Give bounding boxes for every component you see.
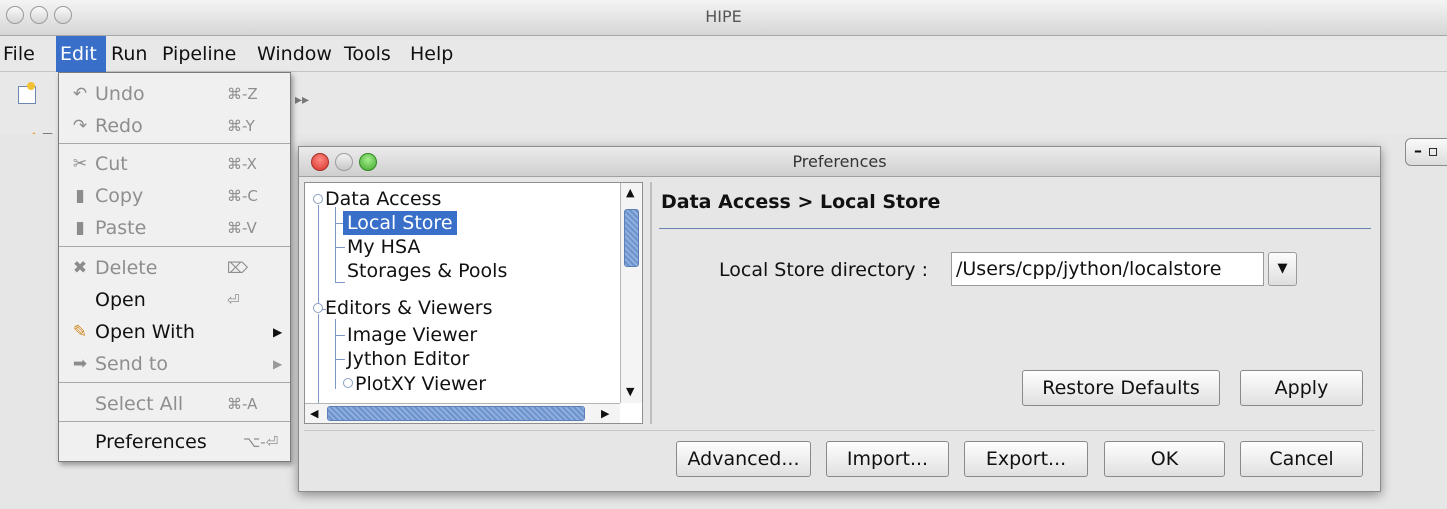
menu-help[interactable]: Help bbox=[407, 36, 467, 72]
submenu-arrow-icon: ▶ bbox=[273, 357, 283, 371]
scrollbar-thumb[interactable] bbox=[624, 209, 639, 267]
panel-splitter[interactable] bbox=[650, 182, 652, 424]
header-divider bbox=[659, 228, 1371, 229]
tree-vertical-scrollbar[interactable]: ▲ ▼ bbox=[620, 183, 642, 403]
ok-button[interactable]: OK bbox=[1104, 441, 1225, 477]
redo-icon: ↷ bbox=[72, 116, 88, 136]
button-bar-divider bbox=[304, 430, 1375, 431]
delete-icon: ✖ bbox=[72, 258, 88, 278]
edit-icon: ✎ bbox=[72, 322, 88, 342]
menu-bar: File Edit Run Pipeline Window Tools Help bbox=[0, 36, 1447, 72]
tree-item-data-access[interactable]: Data Access bbox=[325, 187, 441, 211]
local-store-label: Local Store directory : bbox=[719, 259, 928, 281]
tree-item-image-viewer[interactable]: Image Viewer bbox=[347, 323, 477, 347]
menu-item-shortcut: ⌘-V bbox=[227, 219, 257, 237]
dialog-titlebar: Preferences bbox=[299, 147, 1380, 177]
expand-toggle-icon[interactable] bbox=[343, 378, 353, 388]
preferences-dialog: Preferences Data Access Local Store My H… bbox=[298, 146, 1381, 492]
menu-item-label: Copy bbox=[95, 185, 144, 207]
menu-separator bbox=[59, 246, 290, 247]
import-button[interactable]: Import... bbox=[826, 441, 949, 477]
menu-item-shortcut: ⌘-X bbox=[227, 155, 257, 173]
menu-item-open-with[interactable]: ✎ Open With ▶ bbox=[59, 315, 290, 349]
restore-defaults-button[interactable]: Restore Defaults bbox=[1022, 370, 1220, 406]
menu-item-open[interactable]: Open ⏎ bbox=[59, 283, 290, 317]
window-title: HIPE bbox=[705, 7, 742, 26]
menu-item-cut[interactable]: ✂ Cut ⌘-X bbox=[59, 147, 290, 181]
menu-item-copy[interactable]: ▮ Copy ⌘-C bbox=[59, 179, 290, 213]
menu-item-preferences[interactable]: Preferences ⌥-⏎ bbox=[59, 425, 290, 459]
menu-item-shortcut: ⌘-Z bbox=[227, 85, 258, 103]
menu-edit[interactable]: Edit bbox=[56, 36, 106, 72]
menu-item-label: Send to bbox=[95, 353, 168, 375]
menu-item-label: Undo bbox=[95, 83, 145, 105]
paste-icon: ▮ bbox=[75, 218, 85, 238]
scissors-icon: ✂ bbox=[72, 154, 88, 174]
menu-window[interactable]: Window bbox=[254, 36, 338, 72]
menu-run[interactable]: Run bbox=[109, 36, 157, 72]
submenu-arrow-icon: ▶ bbox=[273, 325, 283, 339]
menu-item-undo[interactable]: ↶ Undo ⌘-Z bbox=[59, 77, 290, 111]
toolbar-overflow-icon[interactable]: ▸▸ bbox=[295, 92, 309, 108]
scroll-right-icon[interactable]: ▶ bbox=[601, 407, 609, 420]
new-document-icon[interactable] bbox=[18, 82, 36, 104]
undo-icon: ↶ bbox=[72, 84, 88, 104]
tree-item-plotxy-viewer[interactable]: PlotXY Viewer bbox=[355, 372, 486, 396]
scroll-left-icon[interactable]: ◀ bbox=[310, 407, 318, 420]
menu-item-shortcut: ⏎ bbox=[227, 291, 240, 309]
menu-item-label: Select All bbox=[95, 393, 184, 415]
tree-item-my-hsa[interactable]: My HSA bbox=[347, 235, 420, 259]
menu-item-redo[interactable]: ↷ Redo ⌘-Y bbox=[59, 109, 290, 143]
menu-separator bbox=[59, 143, 290, 144]
send-arrow-icon: ➡ bbox=[72, 354, 88, 374]
menu-pipeline[interactable]: Pipeline bbox=[159, 36, 251, 72]
menu-item-shortcut: ⌦ bbox=[227, 259, 249, 277]
menu-item-select-all[interactable]: Select All ⌘-A bbox=[59, 387, 290, 421]
menu-item-delete[interactable]: ✖ Delete ⌦ bbox=[59, 251, 290, 285]
menu-item-label: Paste bbox=[95, 217, 147, 239]
menu-item-label: Cut bbox=[95, 153, 128, 175]
menu-item-shortcut: ⌘-A bbox=[227, 395, 258, 413]
page-breadcrumb: Data Access > Local Store bbox=[661, 191, 941, 213]
export-button[interactable]: Export... bbox=[964, 441, 1088, 477]
scroll-up-icon[interactable]: ▲ bbox=[626, 186, 634, 199]
menu-item-label: Redo bbox=[95, 115, 143, 137]
tree-item-jython-editor[interactable]: Jython Editor bbox=[347, 347, 469, 371]
scrollbar-thumb[interactable] bbox=[327, 406, 585, 421]
menu-item-label: Open bbox=[95, 289, 146, 311]
advanced-button[interactable]: Advanced... bbox=[676, 441, 811, 477]
menu-item-label: Delete bbox=[95, 257, 158, 279]
scroll-down-icon[interactable]: ▼ bbox=[626, 385, 634, 398]
apply-button[interactable]: Apply bbox=[1240, 370, 1363, 406]
tree-item-storages-pools[interactable]: Storages & Pools bbox=[347, 259, 507, 283]
tree-item-editors-viewers[interactable]: Editors & Viewers bbox=[325, 296, 493, 320]
chevron-down-icon[interactable]: ▼ bbox=[1268, 252, 1297, 286]
collapse-toggle-icon[interactable] bbox=[313, 194, 323, 204]
menu-item-shortcut: ⌥-⏎ bbox=[243, 433, 279, 451]
copy-icon: ▮ bbox=[75, 186, 85, 206]
preferences-tree: Data Access Local Store My HSA Storages … bbox=[304, 182, 643, 424]
local-store-combobox: ▼ bbox=[951, 252, 1297, 286]
view-minimize-maximize[interactable]: – ▫ bbox=[1405, 138, 1447, 166]
menu-separator bbox=[59, 421, 290, 422]
menu-item-send-to[interactable]: ➡ Send to ▶ bbox=[59, 347, 290, 381]
tree-item-local-store[interactable]: Local Store bbox=[343, 211, 457, 235]
cancel-button[interactable]: Cancel bbox=[1240, 441, 1363, 477]
menu-item-label: Open With bbox=[95, 321, 195, 343]
tree-horizontal-scrollbar[interactable]: ◀ ▶ bbox=[305, 403, 620, 423]
local-store-input[interactable] bbox=[951, 252, 1264, 286]
edit-menu-dropdown: ↶ Undo ⌘-Z ↷ Redo ⌘-Y ✂ Cut ⌘-X ▮ Copy ⌘… bbox=[58, 72, 291, 462]
window-titlebar: HIPE bbox=[0, 0, 1447, 36]
menu-file[interactable]: File bbox=[0, 36, 52, 72]
dialog-title: Preferences bbox=[792, 152, 887, 171]
menu-item-shortcut: ⌘-Y bbox=[227, 117, 255, 135]
menu-item-label: Preferences bbox=[95, 431, 207, 453]
menu-item-paste[interactable]: ▮ Paste ⌘-V bbox=[59, 211, 290, 245]
menu-item-shortcut: ⌘-C bbox=[227, 187, 258, 205]
menu-tools[interactable]: Tools bbox=[341, 36, 405, 72]
collapse-toggle-icon[interactable] bbox=[313, 303, 323, 313]
menu-separator bbox=[59, 382, 290, 383]
